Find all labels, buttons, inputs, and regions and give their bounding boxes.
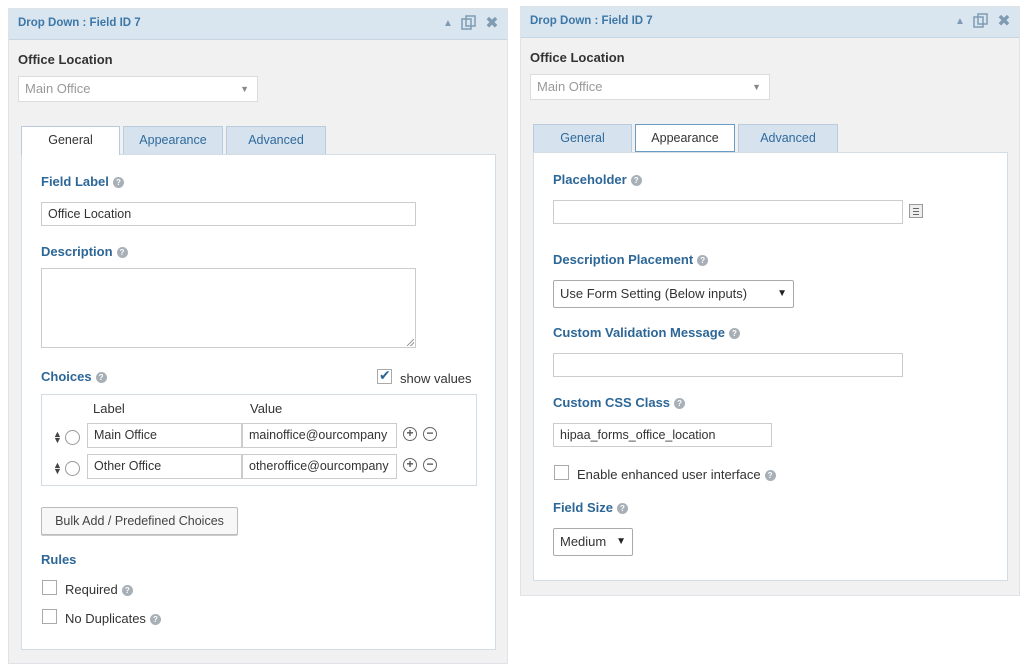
panel-header: Drop Down : Field ID 7 ▲ ✖ bbox=[9, 9, 507, 40]
preview-select[interactable]: Main Office ▼ bbox=[18, 76, 258, 102]
custom-validation-input[interactable] bbox=[553, 353, 903, 377]
description-textarea[interactable] bbox=[41, 268, 416, 348]
field-size-heading: Field Size? bbox=[553, 500, 628, 515]
tab-appearance[interactable]: Appearance bbox=[635, 124, 735, 152]
add-choice-icon[interactable]: + bbox=[403, 458, 417, 472]
sort-handle-icon[interactable]: ▲ ▼ bbox=[53, 461, 62, 476]
description-heading: Description? bbox=[41, 244, 128, 259]
rules-heading: Rules bbox=[41, 552, 77, 567]
chevron-down-icon: ▼ bbox=[752, 82, 761, 92]
choices-col-label: Label bbox=[93, 401, 125, 416]
show-values-label: show values bbox=[400, 371, 472, 386]
remove-choice-icon[interactable]: − bbox=[423, 458, 437, 472]
help-icon[interactable]: ? bbox=[630, 175, 642, 186]
merge-tag-icon[interactable] bbox=[909, 204, 923, 218]
choice-label-input[interactable]: Main Office bbox=[87, 423, 242, 448]
tab-content-general: Field Label? Office Location Description… bbox=[21, 154, 496, 650]
help-icon[interactable]: ? bbox=[674, 398, 686, 409]
duplicate-icon[interactable] bbox=[972, 13, 990, 31]
help-icon[interactable]: ? bbox=[121, 585, 133, 596]
collapse-icon[interactable]: ▲ bbox=[951, 13, 969, 31]
choice-value-input[interactable]: mainoffice@ourcompany bbox=[242, 423, 397, 448]
preview-select-value: Main Office bbox=[25, 81, 91, 96]
help-icon[interactable]: ? bbox=[728, 328, 740, 339]
required-checkbox[interactable] bbox=[42, 580, 57, 595]
help-icon[interactable]: ? bbox=[764, 470, 776, 481]
choice-default-radio[interactable] bbox=[65, 461, 80, 476]
custom-css-input[interactable]: hipaa_forms_office_location bbox=[553, 423, 772, 447]
field-name: Office Location bbox=[530, 50, 625, 65]
tab-content-appearance: Placeholder? Description Placement? Use … bbox=[533, 152, 1008, 581]
field-label-input[interactable]: Office Location bbox=[41, 202, 416, 226]
close-icon[interactable]: ✖ bbox=[995, 13, 1013, 31]
choices-heading: Choices? bbox=[41, 369, 107, 384]
choice-value-input[interactable]: otheroffice@ourcompany bbox=[242, 454, 397, 479]
choices-list: Label Value ▲ ▼ Main Office mainoffice@ou… bbox=[41, 394, 477, 486]
enhanced-ui-label: Enable enhanced user interface? bbox=[577, 467, 776, 482]
help-icon[interactable]: ? bbox=[116, 247, 128, 258]
choice-label-input[interactable]: Other Office bbox=[87, 454, 242, 479]
field-settings-panel-appearance: Drop Down : Field ID 7 ▲ ✖ Office Locati… bbox=[520, 6, 1020, 596]
help-icon[interactable]: ? bbox=[149, 614, 161, 625]
help-icon[interactable]: ? bbox=[616, 503, 628, 514]
sort-handle-icon[interactable]: ▲ ▼ bbox=[53, 430, 62, 445]
remove-choice-icon[interactable]: − bbox=[423, 427, 437, 441]
help-icon[interactable]: ? bbox=[95, 372, 107, 383]
field-name: Office Location bbox=[18, 52, 113, 67]
close-icon[interactable]: ✖ bbox=[483, 15, 501, 33]
choice-default-radio[interactable] bbox=[65, 430, 80, 445]
description-placement-heading: Description Placement? bbox=[553, 252, 709, 267]
field-label-heading: Field Label? bbox=[41, 174, 124, 189]
tab-general[interactable]: General bbox=[21, 126, 120, 155]
enhanced-ui-checkbox[interactable] bbox=[554, 465, 569, 480]
placeholder-input[interactable] bbox=[553, 200, 903, 224]
chevron-down-icon: ▼ bbox=[777, 288, 787, 299]
panel-title: Drop Down : Field ID 7 bbox=[530, 15, 653, 27]
help-icon[interactable]: ? bbox=[697, 255, 709, 266]
preview-select[interactable]: Main Office ▼ bbox=[530, 74, 770, 100]
resize-handle-icon[interactable] bbox=[407, 339, 414, 346]
chevron-down-icon: ▼ bbox=[616, 536, 626, 547]
panel-title: Drop Down : Field ID 7 bbox=[18, 17, 141, 29]
required-label: Required? bbox=[65, 582, 133, 597]
bulk-add-button[interactable]: Bulk Add / Predefined Choices bbox=[41, 507, 238, 535]
panel-header: Drop Down : Field ID 7 ▲ ✖ bbox=[521, 7, 1019, 38]
custom-validation-heading: Custom Validation Message? bbox=[553, 325, 740, 340]
tab-advanced[interactable]: Advanced bbox=[226, 126, 326, 154]
help-icon[interactable]: ? bbox=[112, 177, 124, 188]
preview-select-value: Main Office bbox=[537, 79, 603, 94]
no-duplicates-checkbox[interactable] bbox=[42, 609, 57, 624]
chevron-down-icon: ▼ bbox=[240, 84, 249, 94]
tab-general[interactable]: General bbox=[533, 124, 632, 152]
collapse-icon[interactable]: ▲ bbox=[439, 15, 457, 33]
show-values-checkbox[interactable] bbox=[377, 367, 392, 384]
choices-col-value: Value bbox=[250, 401, 283, 416]
placeholder-heading: Placeholder? bbox=[553, 172, 642, 187]
add-choice-icon[interactable]: + bbox=[403, 427, 417, 441]
tab-advanced[interactable]: Advanced bbox=[738, 124, 838, 152]
field-settings-panel-general: Drop Down : Field ID 7 ▲ ✖ Office Locati… bbox=[8, 8, 508, 664]
description-placement-select[interactable]: Use Form Setting (Below inputs) ▼ bbox=[553, 280, 794, 308]
duplicate-icon[interactable] bbox=[460, 15, 478, 33]
field-size-select[interactable]: Medium ▼ bbox=[553, 528, 633, 556]
no-duplicates-label: No Duplicates? bbox=[65, 611, 161, 626]
tab-appearance[interactable]: Appearance bbox=[123, 126, 223, 154]
custom-css-heading: Custom CSS Class? bbox=[553, 395, 686, 410]
